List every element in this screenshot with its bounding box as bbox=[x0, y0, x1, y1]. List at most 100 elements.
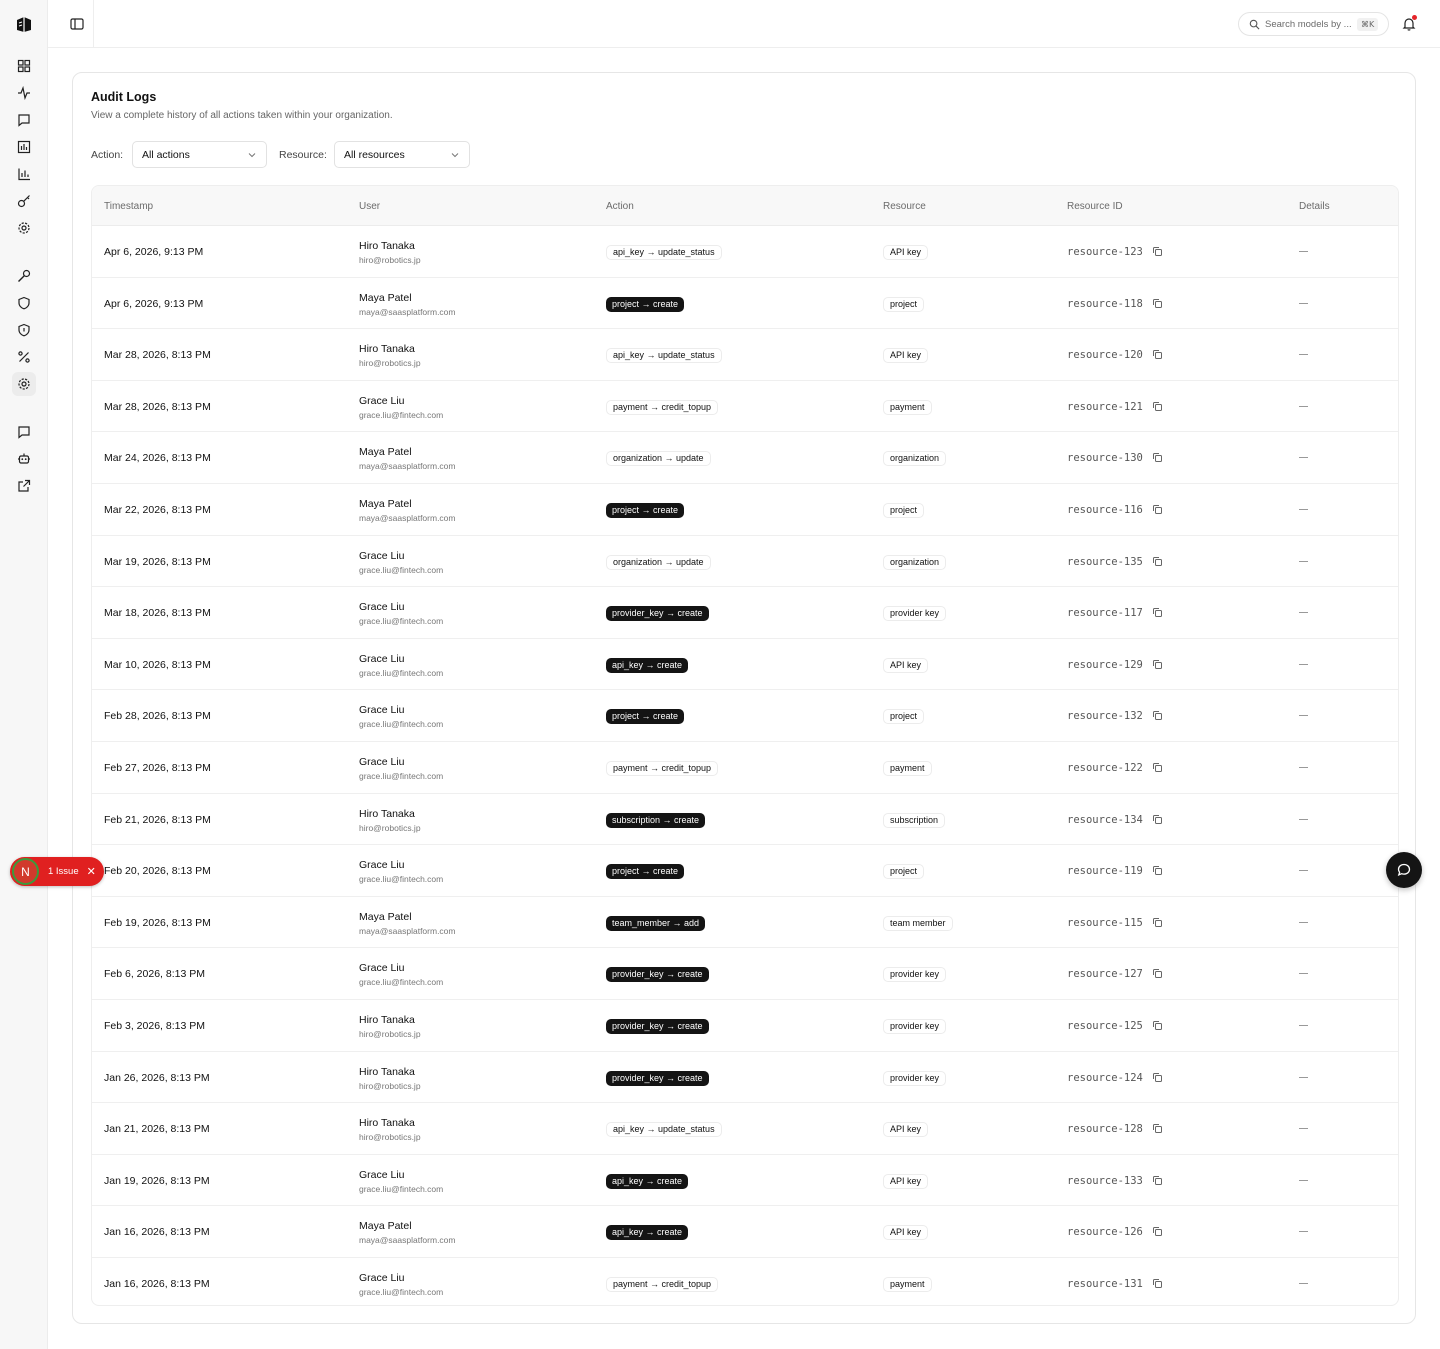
resource-filter-select[interactable]: All resources bbox=[334, 141, 470, 168]
resource-badge: API key bbox=[883, 1122, 929, 1138]
copy-icon[interactable] bbox=[1152, 865, 1163, 876]
copy-icon[interactable] bbox=[1152, 659, 1163, 670]
chat-icon[interactable] bbox=[16, 112, 32, 128]
copy-icon[interactable] bbox=[1152, 814, 1163, 825]
resource-badge: project bbox=[883, 864, 925, 880]
copy-icon[interactable] bbox=[1152, 1278, 1163, 1289]
copy-icon[interactable] bbox=[1152, 1175, 1163, 1186]
bot-icon[interactable] bbox=[16, 451, 32, 467]
column-header-resource-id[interactable]: Resource ID bbox=[1067, 201, 1123, 212]
copy-icon[interactable] bbox=[1152, 298, 1163, 309]
table-row: Feb 20, 2026, 8:13 PM Grace Liu grace.liu@… bbox=[92, 845, 1398, 897]
issue-indicator[interactable]: N 1 Issue ✕ bbox=[10, 857, 104, 886]
resource-badge: project bbox=[883, 296, 925, 312]
copy-icon[interactable] bbox=[1152, 246, 1163, 257]
details-empty bbox=[1299, 1231, 1308, 1233]
copy-icon[interactable] bbox=[1152, 607, 1163, 618]
usage-icon[interactable] bbox=[16, 139, 32, 155]
search-shortcut: ⌘K bbox=[1357, 17, 1379, 31]
column-header-action[interactable]: Action bbox=[606, 201, 634, 212]
action-badge: api_key → update_status bbox=[606, 1122, 722, 1138]
user-email: hiro@robotics.jp bbox=[359, 1029, 421, 1039]
user-email: hiro@robotics.jp bbox=[359, 1080, 421, 1091]
resource-id: resource-131 bbox=[1067, 1278, 1143, 1290]
copy-icon[interactable] bbox=[1152, 452, 1163, 463]
activity-icon[interactable] bbox=[16, 85, 32, 101]
user-name: Grace Liu bbox=[359, 859, 405, 872]
settings-icon[interactable] bbox=[16, 220, 32, 236]
close-icon[interactable]: ✕ bbox=[87, 865, 96, 878]
copy-icon[interactable] bbox=[1152, 710, 1163, 721]
copy-icon[interactable] bbox=[1152, 762, 1163, 773]
table-row: Feb 3, 2026, 8:13 PM Hiro Tanaka hiro@robo… bbox=[92, 1000, 1398, 1052]
resource-badge: API key bbox=[883, 348, 929, 364]
chart-icon[interactable] bbox=[16, 166, 32, 182]
user-name: Grace Liu bbox=[359, 601, 405, 614]
search-input[interactable]: Search models by ... ⌘K bbox=[1238, 12, 1389, 36]
column-header-timestamp[interactable]: Timestamp bbox=[104, 201, 153, 212]
timestamp-cell: Feb 19, 2026, 8:13 PM bbox=[104, 916, 211, 929]
table-row: Jan 21, 2026, 8:13 PM Hiro Tanaka hiro@rob… bbox=[92, 1103, 1398, 1155]
feedback-icon[interactable] bbox=[16, 424, 32, 440]
resource-badge: project bbox=[883, 709, 925, 725]
action-badge: payment → credit_topup bbox=[606, 761, 719, 776]
action-filter-select[interactable]: All actions bbox=[132, 141, 267, 168]
timestamp-cell: Mar 28, 2026, 8:13 PM bbox=[104, 349, 211, 362]
copy-icon[interactable] bbox=[1152, 349, 1163, 360]
action-badge: api_key → update_status bbox=[606, 348, 722, 364]
table-row: Mar 19, 2026, 8:13 PM Grace Liu grace.liu@… bbox=[92, 536, 1398, 588]
notification-dot bbox=[1412, 15, 1417, 20]
copy-icon[interactable] bbox=[1152, 504, 1163, 515]
table-row: Feb 19, 2026, 8:13 PM Maya Patel maya@saas… bbox=[92, 897, 1398, 949]
tool-icon[interactable] bbox=[16, 268, 32, 284]
chat-support-button[interactable] bbox=[1386, 852, 1422, 888]
resource-badge: provider key bbox=[883, 967, 947, 983]
user-email: hiro@robotics.jp bbox=[359, 255, 421, 265]
audit-log-table: Timestamp User Action Resource Resource … bbox=[91, 185, 1399, 1306]
table-row: Feb 6, 2026, 8:13 PM Grace Liu grace.liu@f… bbox=[92, 948, 1398, 1000]
topbar: Search models by ... ⌘K bbox=[48, 0, 1440, 48]
timestamp-cell: Jan 21, 2026, 8:13 PM bbox=[104, 1123, 210, 1136]
copy-icon[interactable] bbox=[1152, 1072, 1163, 1083]
action-badge: api_key → update_status bbox=[606, 245, 722, 260]
column-header-user[interactable]: User bbox=[359, 201, 380, 212]
copy-icon[interactable] bbox=[1152, 917, 1163, 928]
column-header-details[interactable]: Details bbox=[1299, 201, 1330, 212]
action-badge: payment → credit_topup bbox=[606, 1277, 719, 1292]
external-link-icon[interactable] bbox=[16, 478, 32, 494]
resource-id: resource-126 bbox=[1067, 1226, 1143, 1239]
copy-icon[interactable] bbox=[1152, 1226, 1163, 1237]
shield-icon[interactable] bbox=[16, 295, 32, 311]
timestamp-cell: Feb 6, 2026, 8:13 PM bbox=[104, 968, 205, 981]
column-header-resource[interactable]: Resource bbox=[883, 201, 926, 212]
resource-id: resource-134 bbox=[1067, 813, 1143, 826]
logo-icon[interactable] bbox=[15, 15, 33, 33]
sidebar-toggle-icon[interactable] bbox=[69, 16, 85, 32]
percent-icon[interactable] bbox=[16, 349, 32, 365]
resource-badge: API key bbox=[883, 1173, 929, 1189]
action-badge: provider_key → create bbox=[606, 606, 709, 622]
action-badge: api_key → create bbox=[606, 1225, 689, 1241]
resource-badge: organization bbox=[883, 554, 947, 570]
user-name: Maya Patel bbox=[359, 446, 412, 459]
timestamp-cell: Feb 27, 2026, 8:13 PM bbox=[104, 762, 211, 774]
resource-badge: subscription bbox=[883, 812, 946, 828]
user-name: Grace Liu bbox=[359, 704, 405, 717]
org-settings-icon[interactable] bbox=[12, 372, 36, 396]
resource-id: resource-118 bbox=[1067, 297, 1143, 310]
resource-id: resource-123 bbox=[1067, 246, 1143, 258]
copy-icon[interactable] bbox=[1152, 1020, 1163, 1031]
security-icon[interactable] bbox=[16, 322, 32, 338]
audit-logs-card: Audit Logs View a complete history of al… bbox=[72, 72, 1416, 1324]
key-icon[interactable] bbox=[16, 193, 32, 209]
details-empty bbox=[1299, 715, 1308, 717]
copy-icon[interactable] bbox=[1152, 401, 1163, 412]
dashboard-icon[interactable] bbox=[16, 58, 32, 74]
copy-icon[interactable] bbox=[1152, 968, 1163, 979]
action-badge: payment → credit_topup bbox=[606, 399, 719, 415]
user-email: maya@saasplatform.com bbox=[359, 306, 456, 317]
details-empty bbox=[1299, 612, 1308, 614]
copy-icon[interactable] bbox=[1152, 556, 1163, 567]
user-name: Grace Liu bbox=[359, 756, 405, 768]
copy-icon[interactable] bbox=[1152, 1123, 1163, 1134]
